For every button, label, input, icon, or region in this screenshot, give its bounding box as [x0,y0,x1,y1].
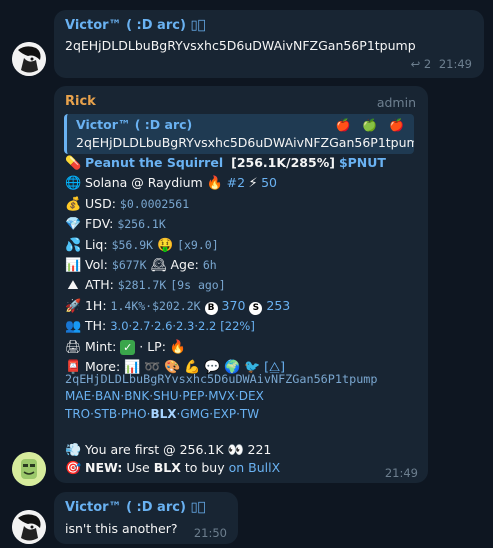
check-icon: ✓ [120,339,136,355]
usd-value: $0.0002561 [119,196,190,211]
message-text: 2qEHjDLDLbuBgRYvsxhc5D6uDWAivNFZGan56P1t… [65,38,416,53]
usd-label: USD: [84,195,116,211]
avatar-victor[interactable] [12,510,46,544]
message-bubble: Victor™ ( :D arc) ▯⃒ isn't this another?… [54,492,238,544]
chain-label: Solana @ Raydium [84,175,203,191]
avatar-victor[interactable] [12,42,46,76]
gem-icon: 💎 [65,217,82,233]
mountain-icon: ⛰ [67,278,79,294]
h1-label: 1H: [84,297,107,313]
new-text-a: Use [126,460,150,475]
th-total: [22%] [220,319,255,334]
liq-multiplier: [x9.0] [177,237,219,252]
new-label: NEW: [84,460,123,475]
reply-icon[interactable]: ↩︎ [411,57,421,71]
quote-text: 2qEHjDLDLbuBgRYvsxhc5D6uDWAivNFZGan56P1t… [76,135,414,150]
h1-volume: $202.2K [152,298,201,313]
age-value: 6h [202,257,217,272]
th-label: TH: [84,318,107,334]
sender-name[interactable]: Victor™ ( :D arc) [65,500,186,515]
vol-value: $677K [111,257,147,272]
h1-percent: 1.4K% [110,298,146,313]
printer-icon: 🖨 [65,339,82,355]
fire-icon: 🔥 [169,339,187,355]
token-stats: [256.1K/285%] [231,155,335,170]
lp-label: · LP: [139,338,166,354]
message-bubble: Rick admin Victor™ ( :D arc) 2qEHjDLDLbu… [54,86,428,483]
liq-label: Liq: [84,236,108,252]
reply-quote[interactable]: Victor™ ( :D arc) 2qEHjDLDLbuBgRYvsxhc5D… [64,114,414,154]
links-row2-a[interactable]: TRO·STB·PHO· [65,407,150,421]
people-icon: 👥 [65,319,82,335]
target-icon: 🎯 [65,461,82,476]
first-text: You are first @ 256.1K [84,442,224,457]
liq-value: $56.9K [111,237,154,252]
new-text-b: BLX [153,460,181,475]
h1-buys: 370 [221,297,246,313]
first-count: 221 [247,442,272,457]
links-row-1[interactable]: MAE·BAN·BNK·SHU·PEP·MVX·DEX [65,387,264,405]
links-row-2[interactable]: TRO·STB·PHO·BLX·GMG·EXP·TW [65,405,259,423]
avatar-rick[interactable] [12,452,46,486]
token-name[interactable]: Peanut the Squirrel [85,155,223,170]
pill-icon: 💊 [65,156,82,171]
links-row2-c[interactable]: ·GMG·EXP·TW [177,407,260,421]
sender-name[interactable]: Victor™ ( :D arc) [65,18,186,33]
admin-badge: admin [376,95,416,110]
fdv-label: FDV: [84,216,114,232]
globe-icon: 🌐 [65,176,82,192]
clock-icon: 🕰 [150,257,168,273]
fdv-value: $256.1K [117,217,166,232]
lightning-icon: ⚡ [248,176,258,192]
water-icon: 💦 [65,237,82,253]
rank-score[interactable]: 50 [261,175,277,190]
ath-value: $281.7K [117,278,167,293]
quote-sender: Victor™ ( :D arc) [76,117,193,132]
blx-link[interactable]: BLX [150,407,176,421]
sell-s-icon: S [249,301,263,315]
rank[interactable]: #2 [227,175,245,190]
token-info: 💊 Peanut the Squirrel [256.1K/285%] $PNU… [65,153,421,377]
contract-address[interactable]: 2qEHjDLDLbuBgRYvsxhc5D6uDWAivNFZGan56P1t… [65,372,378,386]
message-time: 21:49 [384,466,418,480]
book-icon: ▯⃒ [190,18,206,33]
bullx-link[interactable]: on BullX [229,460,281,475]
message-bubble: Victor™ ( :D arc) ▯⃒ 2qEHjDLDLbuBgRYvsxh… [54,10,484,78]
message-text: isn't this another? [65,521,178,536]
money-bag-icon: 💰 [65,196,82,212]
book-icon: ▯⃒ [190,500,206,515]
rocket-icon: 🚀 [65,298,82,314]
new-text-c: to buy [184,460,225,475]
vol-label: Vol: [84,256,108,272]
mint-label: Mint: [84,338,117,354]
reply-count[interactable]: 2 [424,57,431,71]
th-values[interactable]: 3.0·2.7·2.6·2.3·2.2 [110,319,216,333]
fire-icon: 🔥 [206,176,223,192]
ath-label: ATH: [84,277,114,293]
message-time: 21:49 [438,57,472,71]
quote-pattern-icon: 🍎 🍏 🍎 [335,118,408,132]
h1-sells: 253 [266,297,291,313]
buy-b-icon: B [204,301,218,315]
ath-ago: [9s ago] [170,278,226,293]
chart-icon: 📊 [65,257,82,273]
money-face-icon: 🤑 [157,237,174,253]
token-ticker[interactable]: $PNUT [339,155,386,170]
sender-name[interactable]: Rick [65,94,96,109]
age-label: Age: [170,256,199,272]
message-time: 21:50 [193,526,227,540]
